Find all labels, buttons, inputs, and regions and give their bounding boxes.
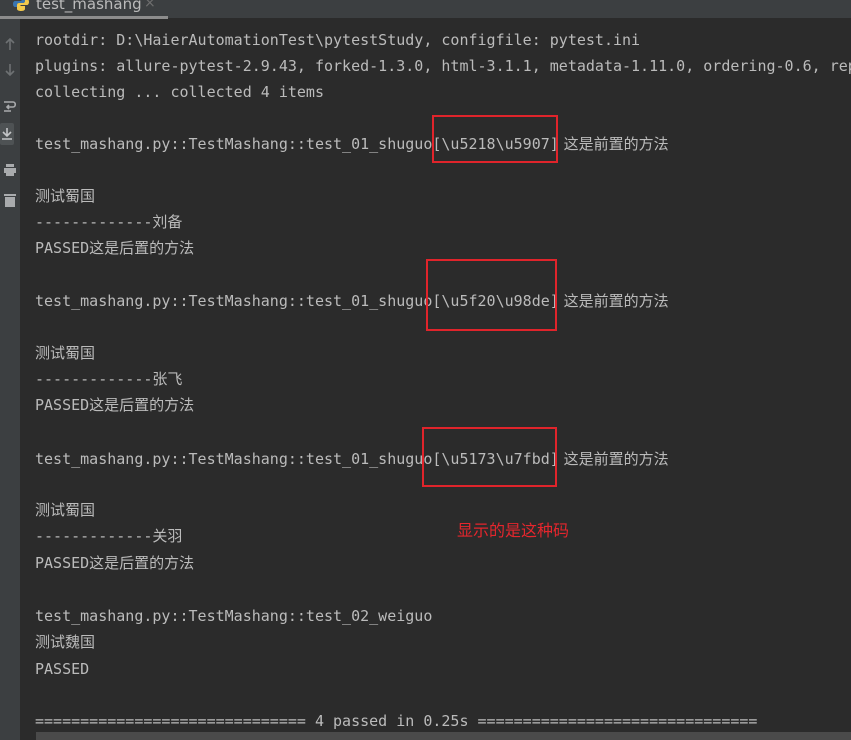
- annotation-label: 显示的是这种码: [457, 521, 570, 540]
- console-line-test-header: test_mashang.py::TestMashang::test_02_we…: [35, 607, 433, 625]
- console-line-output: 测试蜀国: [35, 344, 96, 362]
- separator-text: -------------关羽: [35, 527, 183, 545]
- console-line-output: -------------关羽: [35, 527, 182, 545]
- console-line-output: 测试蜀国: [35, 501, 96, 519]
- console-line-test-header: test_mashang.py::TestMashang::test_01_sh…: [35, 292, 669, 310]
- test-node-id: test_mashang.py::TestMashang::test_01_sh…: [35, 450, 433, 468]
- separator-text: -------------刘备: [35, 213, 183, 231]
- console-line-collecting: collecting ... collected 4 items: [35, 83, 324, 101]
- console-line-result: PASSED: [35, 660, 90, 678]
- console-line-output: -------------刘备: [35, 213, 182, 231]
- console-line-output: 测试蜀国: [35, 187, 96, 205]
- setup-message: 这是前置的方法: [558, 450, 669, 468]
- setup-message: 这是前置的方法: [558, 135, 669, 153]
- console-line-output: 测试魏国: [35, 633, 96, 651]
- arrow-up-icon[interactable]: [0, 33, 20, 55]
- console-line-result: PASSED这是后置的方法: [35, 554, 195, 572]
- editor-tab-bar: test_mashang ×: [0, 0, 851, 19]
- console-toolbar: [0, 19, 20, 740]
- highlight-box-1: [432, 115, 558, 163]
- console-line-test-header: test_mashang.py::TestMashang::test_01_sh…: [35, 135, 669, 153]
- tab-test-mashang[interactable]: test_mashang ×: [0, 0, 168, 19]
- console-line-rootdir: rootdir: D:\HaierAutomationTest\pytestSt…: [35, 31, 641, 49]
- python-icon: [12, 0, 30, 12]
- console-line-test-header: test_mashang.py::TestMashang::test_01_sh…: [35, 450, 669, 468]
- highlight-box-3: [422, 427, 557, 487]
- test-node-id: test_mashang.py::TestMashang::test_01_sh…: [35, 292, 433, 310]
- scroll-to-end-icon[interactable]: [0, 123, 14, 145]
- test-node-id: test_mashang.py::TestMashang::test_01_sh…: [35, 135, 433, 153]
- arrow-down-icon[interactable]: [0, 59, 20, 81]
- console-line-output: -------------张飞: [35, 370, 182, 388]
- trash-icon[interactable]: [0, 189, 20, 211]
- soft-wrap-icon[interactable]: [0, 95, 20, 117]
- console-line-summary: ============================== 4 passed …: [35, 712, 758, 730]
- setup-message: 这是前置的方法: [558, 292, 669, 310]
- cut-off-line: . . . . . . . .: [36, 19, 831, 23]
- separator-text: -------------张飞: [35, 370, 183, 388]
- tab-label: test_mashang: [36, 0, 142, 13]
- highlight-box-2: [426, 259, 557, 331]
- input-line-bar[interactable]: [36, 732, 851, 740]
- console-line-result: PASSED这是后置的方法: [35, 396, 195, 414]
- close-tab-icon[interactable]: ×: [144, 0, 156, 11]
- console-line-plugins: plugins: allure-pytest-2.9.43, forked-1.…: [35, 57, 851, 75]
- print-icon[interactable]: [0, 159, 20, 181]
- console-line-result: PASSED这是后置的方法: [35, 239, 195, 257]
